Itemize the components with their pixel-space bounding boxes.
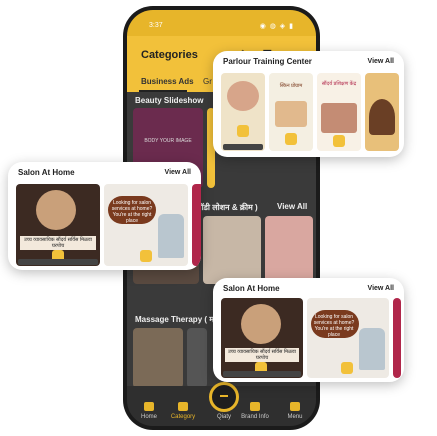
section-title-beauty: Beauty Slideshow xyxy=(135,96,204,105)
nav-menu-label: Menu xyxy=(287,414,303,420)
status-indicators: ◉ ◍ ◈ ▮ xyxy=(259,23,294,30)
section-title-massage: Massage Therapy ( म xyxy=(135,315,215,324)
card-parlour-view-all[interactable]: View All xyxy=(368,58,394,65)
salon-right-poster-2[interactable]: Looking for salon services at home? You'… xyxy=(307,298,389,378)
card-salon-at-home-right: Salon At Home View All उच्च व्यावसायिक स… xyxy=(213,278,404,382)
card-parlour-title: Parlour Training Center xyxy=(223,57,312,66)
qiaty-fab[interactable] xyxy=(209,382,239,412)
menu-icon xyxy=(290,402,300,411)
nav-brand-info[interactable]: Brand Info xyxy=(241,402,269,420)
parlour-poster-3[interactable]: सौंदर्य प्रशिक्षण केंद्र xyxy=(317,73,361,151)
parlour-poster-3-photo xyxy=(321,103,357,133)
nav-qiaty[interactable]: Qiaty xyxy=(210,414,238,420)
salon-right-poster-2-caption: Looking for salon services at home? You'… xyxy=(313,314,355,338)
card-salon-right-title: Salon At Home xyxy=(223,284,280,293)
salon-left-poster-3[interactable] xyxy=(192,184,201,266)
home-icon xyxy=(144,402,154,411)
parlour-poster-1[interactable] xyxy=(221,73,265,151)
salon-left-poster-1-caption: उच्च व्यावसायिक सौंदर्य सर्विस मिळवा घरप… xyxy=(20,236,96,250)
thumb-massage-2[interactable] xyxy=(187,328,207,388)
salon-right-poster-2-photo xyxy=(359,328,385,370)
status-time: 3:37 xyxy=(149,22,163,29)
salon-left-poster-1-footer xyxy=(18,259,98,265)
thumb-lotion-2[interactable] xyxy=(203,216,261,284)
nav-category-label: Category xyxy=(170,414,196,420)
card-salon-at-home-left: Salon At Home View All उच्च व्यावसायिक स… xyxy=(8,162,201,270)
salon-left-poster-1[interactable]: उच्च व्यावसायिक सौंदर्य सर्विस मिळवा घरप… xyxy=(16,184,100,266)
nav-home-label: Home xyxy=(140,414,157,420)
salon-left-poster-2[interactable]: Looking for salon services at home? You'… xyxy=(104,184,188,266)
tab-greetings[interactable]: Gr xyxy=(203,77,212,86)
briefcase-icon xyxy=(250,402,260,411)
nav-qiaty-label: Qiaty xyxy=(216,414,231,420)
nav-brand-label: Brand Info xyxy=(241,414,269,420)
nav-category[interactable]: Category xyxy=(169,402,197,420)
page-title: Categories xyxy=(141,49,198,61)
parlour-poster-1-photo xyxy=(227,81,259,111)
salon-right-poster-1[interactable]: उच्च व्यावसायिक सौंदर्य सर्विस मिळवा घरप… xyxy=(221,298,303,378)
thumb-beauty-1-caption: BODY YOUR IMAGE xyxy=(144,138,192,144)
thumb-lotion-3[interactable] xyxy=(265,216,313,284)
parlour-poster-2-caption: स्किन प्रोग्राम xyxy=(279,83,303,89)
card-salon-left-title: Salon At Home xyxy=(18,168,75,177)
salon-left-poster-2-caption: Looking for salon services at home? You'… xyxy=(111,200,153,224)
copy-icon xyxy=(140,250,152,262)
parlour-poster-4-photo xyxy=(369,99,395,135)
parlour-poster-1-footer xyxy=(223,144,263,150)
tab-business-ads[interactable]: Business Ads xyxy=(141,77,194,86)
copy-icon xyxy=(341,362,353,374)
salon-right-poster-3[interactable] xyxy=(393,298,401,378)
salon-right-poster-1-caption: उच्च व्यावसायिक सौंदर्य सर्विस मिळवा घरप… xyxy=(225,348,299,362)
nav-menu[interactable]: Menu xyxy=(281,402,309,420)
parlour-poster-2-photo xyxy=(275,101,307,127)
card-salon-right-view-all[interactable]: View All xyxy=(368,285,394,292)
card-parlour-training: Parlour Training Center View All स्किन प… xyxy=(213,51,404,157)
parlour-poster-4[interactable] xyxy=(365,73,399,151)
status-bar: 3:37 ◉ ◍ ◈ ▮ xyxy=(127,10,316,36)
section-title-lotion: बॉडी लोशन & क्रीम ) xyxy=(197,203,258,212)
grid-icon xyxy=(178,402,188,411)
nav-home[interactable]: Home xyxy=(135,402,163,420)
salon-right-poster-1-photo xyxy=(241,304,281,344)
copy-icon xyxy=(237,125,249,137)
parlour-poster-2[interactable]: स्किन प्रोग्राम xyxy=(269,73,313,151)
parlour-poster-3-caption: सौंदर्य प्रशिक्षण केंद्र xyxy=(321,81,357,87)
copy-icon xyxy=(285,133,297,145)
copy-icon xyxy=(333,135,345,147)
salon-left-poster-2-photo xyxy=(158,214,184,258)
thumb-massage-1[interactable] xyxy=(133,328,183,388)
section-view-all-lotion[interactable]: View All xyxy=(277,202,307,211)
card-salon-left-view-all[interactable]: View All xyxy=(165,169,191,176)
salon-left-poster-1-photo xyxy=(36,190,76,230)
bottom-nav: Home Category Qiaty Brand Info Menu xyxy=(127,382,316,426)
salon-right-poster-1-footer xyxy=(223,371,301,377)
